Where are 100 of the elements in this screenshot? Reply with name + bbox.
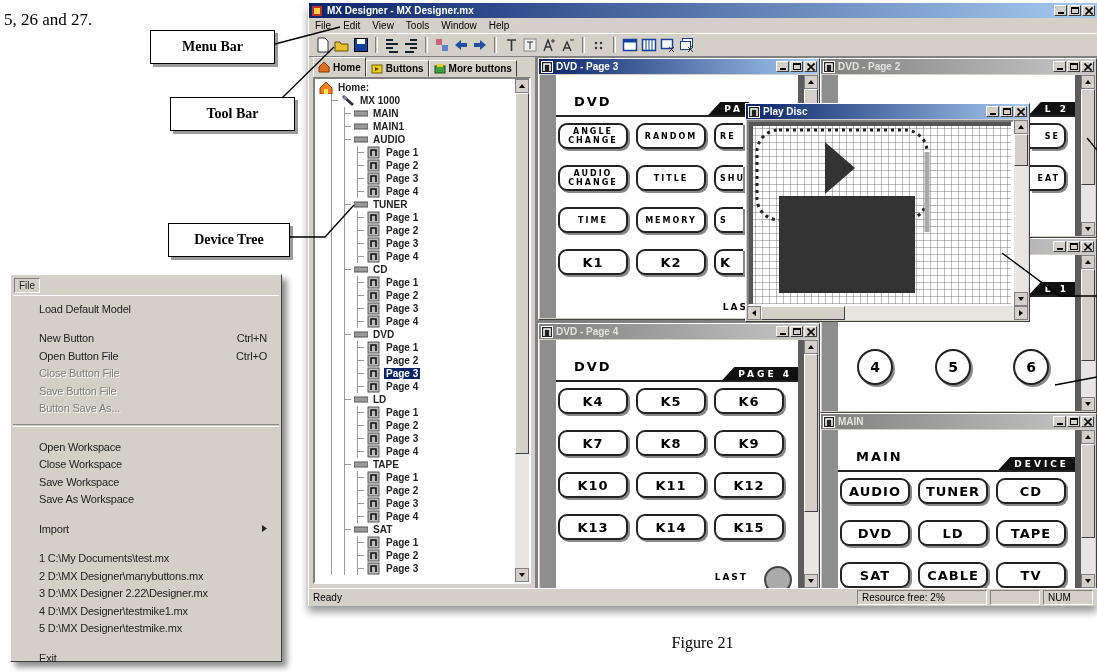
tree-item[interactable]: Page 1 (384, 147, 421, 158)
remote-key[interactable]: K14 (636, 514, 706, 540)
scrollbar[interactable] (515, 79, 529, 582)
remote-key[interactable]: CD (996, 478, 1066, 504)
tree-item[interactable]: Page 2 (384, 160, 421, 171)
maximize-button[interactable] (790, 61, 803, 72)
tree-item[interactable]: Page 1 (384, 277, 421, 288)
minimize-button[interactable] (986, 106, 999, 117)
menu-item[interactable]: File (315, 20, 332, 31)
tree-item[interactable]: Page 1 (384, 342, 421, 353)
close-button[interactable] (1081, 61, 1094, 72)
minimize-button[interactable] (1054, 5, 1067, 16)
scrollbar[interactable] (1081, 430, 1095, 588)
close-button[interactable] (1082, 5, 1095, 16)
menu-item[interactable]: Tools (405, 20, 430, 31)
menu-item[interactable]: Save Workspace (39, 475, 120, 488)
tree-item[interactable]: Page 3 (384, 238, 421, 249)
menu-item[interactable]: 3 D:\MX Designer 2.22\Designer.mx (39, 587, 208, 600)
menu-item[interactable]: Exit (39, 651, 57, 664)
tree-item[interactable]: Page 3 (384, 433, 421, 444)
remote-key[interactable]: AUDIO (840, 478, 910, 504)
remote-key[interactable]: LD (918, 520, 988, 546)
menu-item[interactable]: 2 D:\MX Designer\manybuttons.mx (39, 569, 204, 582)
menu-item[interactable]: Edit (343, 20, 361, 31)
minimize-button[interactable] (776, 61, 789, 72)
tree-item[interactable]: CD (371, 264, 390, 275)
remote-key[interactable]: K (714, 249, 743, 275)
scrollbar[interactable] (1081, 75, 1095, 236)
scrollbar[interactable] (804, 340, 818, 588)
remote-key[interactable]: K5 (636, 388, 706, 414)
remote-key[interactable]: K1 (558, 249, 628, 275)
panel-tab[interactable]: Home (313, 57, 366, 77)
remote-key[interactable]: DVD (840, 520, 910, 546)
scrollbar[interactable] (1014, 120, 1028, 306)
new-file-icon[interactable] (315, 37, 331, 53)
menu-item[interactable]: 4 D:\MX Designer\testmike1.mx (39, 604, 188, 617)
scroll-thumb[interactable] (1081, 89, 1095, 185)
close-button[interactable] (804, 326, 817, 337)
menu-item[interactable]: Save As Workspace (39, 493, 134, 506)
arrow-left-icon[interactable] (453, 37, 469, 53)
menu-item[interactable]: Import (39, 522, 69, 535)
window-close-icon[interactable] (660, 37, 676, 53)
windows-close-icon[interactable] (679, 37, 695, 53)
remote-key[interactable]: K8 (636, 430, 706, 456)
scroll-thumb[interactable] (1081, 269, 1095, 362)
close-button[interactable] (1081, 416, 1094, 427)
align-left-icon[interactable] (384, 37, 400, 53)
menu-item[interactable]: Close Workspace (39, 458, 122, 471)
tree-item[interactable]: DVD (371, 329, 397, 340)
tree-item[interactable]: TAPE (371, 459, 401, 470)
minimize-button[interactable] (776, 326, 789, 337)
tree-item[interactable]: MAIN1 (371, 121, 407, 132)
remote-key[interactable]: K2 (636, 249, 706, 275)
remote-key[interactable]: RANDOM (636, 123, 706, 149)
tree-item[interactable]: Page 3 (384, 368, 421, 379)
tree-item[interactable]: Page 3 (384, 498, 421, 509)
window-icon[interactable] (622, 37, 638, 53)
tile-icon[interactable] (641, 37, 657, 53)
maximize-button[interactable] (1000, 106, 1013, 117)
scroll-thumb[interactable] (1081, 444, 1095, 538)
scroll-thumb[interactable] (761, 306, 846, 320)
remote-key[interactable]: TUNER (918, 478, 988, 504)
scroll-thumb[interactable] (804, 354, 818, 513)
remote-key[interactable]: K10 (558, 472, 628, 498)
remote-key[interactable]: K12 (714, 472, 784, 498)
tree-item[interactable]: Page 2 (384, 485, 421, 496)
tree-item[interactable]: SAT (371, 524, 395, 535)
font-smaller-icon[interactable] (560, 37, 576, 53)
remote-key[interactable]: K7 (558, 430, 628, 456)
tree-item[interactable]: Page 1 (384, 212, 421, 223)
tree-item[interactable]: Page 4 (384, 511, 421, 522)
remote-key[interactable]: K15 (714, 514, 784, 540)
menu-item[interactable]: Open Button File (39, 349, 119, 362)
menu-item[interactable]: Help (488, 20, 510, 31)
remote-key[interactable]: K4 (558, 388, 628, 414)
close-button[interactable] (1081, 241, 1094, 252)
menu-item[interactable]: Window (441, 20, 477, 31)
tree-item[interactable]: Page 3 (384, 173, 421, 184)
minimize-button[interactable] (1053, 416, 1066, 427)
remote-key[interactable]: 5 (935, 349, 971, 385)
align-right-icon[interactable] (403, 37, 419, 53)
menu-item[interactable]: New Button (39, 332, 94, 345)
tree-item[interactable]: Page 2 (384, 355, 421, 366)
arrow-right-icon[interactable] (472, 37, 488, 53)
tree-item[interactable]: Page 1 (384, 407, 421, 418)
tree-item[interactable]: Page 4 (384, 446, 421, 457)
tree-item[interactable]: Page 2 (384, 225, 421, 236)
remote-key[interactable]: AUDIO CHANGE (558, 165, 628, 191)
menu-item[interactable]: 5 D:\MX Designer\testmike.mx (39, 622, 182, 635)
remote-key[interactable]: K9 (714, 430, 784, 456)
menu-title[interactable]: File (14, 278, 41, 293)
tree-item[interactable]: Page 3 (384, 563, 421, 574)
minimize-button[interactable] (1053, 61, 1066, 72)
remote-key[interactable]: TAPE (996, 520, 1066, 546)
remote-key[interactable]: S (714, 207, 743, 233)
minimize-button[interactable] (1053, 241, 1066, 252)
maximize-button[interactable] (790, 326, 803, 337)
tree-item[interactable]: Page 4 (384, 251, 421, 262)
remote-key[interactable]: ANGLE CHANGE (558, 123, 628, 149)
menu-item[interactable]: Open Workspace (39, 440, 121, 453)
